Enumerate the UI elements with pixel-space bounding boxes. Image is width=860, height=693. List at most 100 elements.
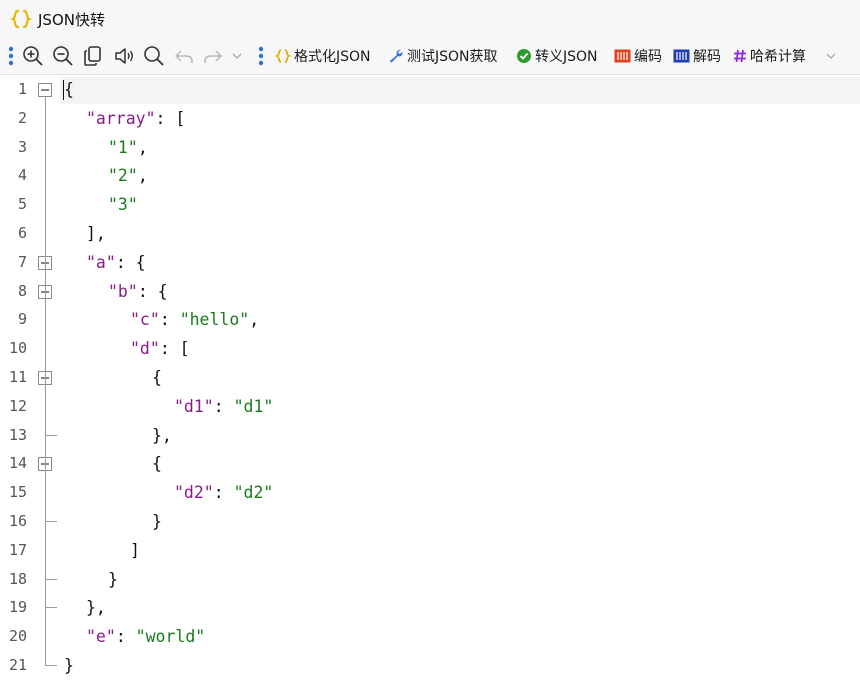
json-punctuation: }, [86, 598, 106, 618]
format-json-button[interactable]: 格式化JSON [275, 44, 371, 68]
code-line: 18} [0, 565, 860, 594]
code-text: { [64, 80, 74, 99]
line-number: 16 [8, 512, 27, 530]
line-number: 11 [8, 368, 27, 386]
line-number: 20 [8, 627, 27, 646]
test-json-fetch-button[interactable]: 测试JSON获取 [388, 44, 498, 68]
line-number: 7 [17, 252, 27, 271]
copy-icon[interactable] [81, 44, 105, 68]
line-number: 3 [17, 137, 27, 156]
fold-toggle-icon[interactable] [38, 82, 52, 97]
code-line: 10 "d": [ [0, 334, 860, 363]
hash-calc-label: 哈希计算 [750, 49, 806, 65]
code-editor[interactable]: 1{2 "array": [3 "1", 4 "2", 5 "3" 6], 7 "a": {8 "b… [0, 75, 860, 693]
toolbar-separator-grip-icon [256, 44, 266, 68]
decode-button[interactable]: 解码 [673, 44, 721, 68]
code-line: 1{ [0, 75, 860, 104]
check-circle-icon [516, 48, 532, 64]
json-string: "hello" [179, 310, 250, 330]
zoom-out-icon[interactable] [50, 44, 76, 68]
code-line: 8 "b": { [0, 277, 860, 306]
encode-icon [614, 49, 631, 63]
undo-icon[interactable] [171, 44, 197, 68]
json-key: "d1" [174, 396, 214, 416]
speaker-icon[interactable] [111, 44, 137, 68]
json-key: "c" [130, 310, 160, 330]
fold-end-marker [45, 434, 57, 436]
json-punctuation: }, [152, 425, 172, 445]
json-punctuation: { [152, 454, 162, 474]
code-text: { [152, 368, 162, 387]
json-punctuation: : [213, 396, 234, 416]
line-number: 19 [8, 598, 27, 617]
json-punctuation: ], [86, 224, 106, 243]
code-line: 7 "a": { [0, 248, 860, 277]
json-punctuation: : [ [155, 108, 186, 128]
json-punctuation: ] [130, 540, 140, 560]
json-string: "d2" [233, 483, 274, 503]
code-text: "1", [108, 138, 148, 157]
chevron-down-icon[interactable] [229, 44, 245, 68]
json-string: "d1" [233, 396, 274, 416]
zoom-in-icon[interactable] [20, 44, 46, 68]
wrench-icon [388, 48, 404, 64]
hash-calc-button[interactable]: 哈希计算 [733, 44, 806, 68]
line-number: 4 [17, 166, 27, 185]
line-number: 15 [8, 483, 27, 502]
toolbar: 格式化JSON 测试JSON获取 转义JSON 编码 解码 哈希计算 [0, 38, 860, 75]
json-key: "e" [86, 627, 116, 647]
code-text: "c": "hello", [130, 310, 259, 329]
fold-guide-line [45, 97, 46, 666]
test-json-fetch-label: 测试JSON获取 [407, 49, 498, 65]
decode-icon [673, 49, 690, 63]
code-text: "d1": "d1" [174, 397, 273, 416]
format-json-label: 格式化JSON [294, 49, 371, 65]
json-punctuation: , [249, 310, 260, 330]
code-text: } [64, 656, 74, 675]
search-icon[interactable] [141, 44, 167, 68]
json-string: "world" [135, 627, 206, 647]
code-text: } [152, 512, 162, 531]
line-number: 18 [8, 569, 27, 588]
code-text: "d2": "d2" [174, 483, 273, 502]
code-line: 2 "array": [ [0, 104, 860, 133]
json-punctuation: { [64, 80, 74, 99]
redo-icon[interactable] [200, 44, 226, 68]
json-key: "b" [108, 281, 138, 301]
json-punctuation: : { [115, 252, 146, 272]
code-line: 21} [0, 651, 860, 680]
line-number: 1 [17, 80, 27, 98]
escape-json-label: 转义JSON [535, 49, 598, 65]
code-text: "array": [ [86, 109, 185, 128]
json-punctuation: : [159, 310, 180, 330]
json-key: "d" [130, 339, 160, 359]
toolbar-overflow-chevron-icon[interactable] [823, 44, 839, 68]
json-punctuation: , [137, 137, 148, 157]
code-text: { [152, 454, 162, 473]
fold-end-marker [45, 578, 57, 580]
line-number: 8 [17, 281, 27, 300]
line-number: 10 [8, 339, 27, 358]
line-number: 17 [8, 540, 27, 559]
line-number: 12 [8, 396, 27, 415]
fold-end-marker [45, 607, 57, 609]
line-number: 14 [8, 454, 27, 473]
json-string: "2" [108, 166, 138, 186]
code-line: 20 "e": "world" [0, 622, 860, 651]
toolbar-grip-icon[interactable] [6, 44, 16, 68]
code-text: ], [86, 224, 106, 243]
code-text: "e": "world" [86, 627, 205, 646]
hash-icon [733, 49, 747, 63]
code-line: 16} [0, 507, 860, 536]
app-title: JSON快转 [38, 11, 105, 29]
json-key: "array" [86, 108, 156, 128]
encode-button[interactable]: 编码 [614, 44, 662, 68]
line-number: 9 [17, 310, 27, 329]
json-key: "d2" [174, 483, 214, 503]
code-line: 12 "d1": "d1" [0, 392, 860, 421]
json-braces-app-icon [9, 8, 33, 30]
text-caret [63, 80, 64, 100]
code-line: 4 "2", [0, 161, 860, 190]
code-text: }, [86, 598, 106, 617]
escape-json-button[interactable]: 转义JSON [516, 44, 598, 68]
